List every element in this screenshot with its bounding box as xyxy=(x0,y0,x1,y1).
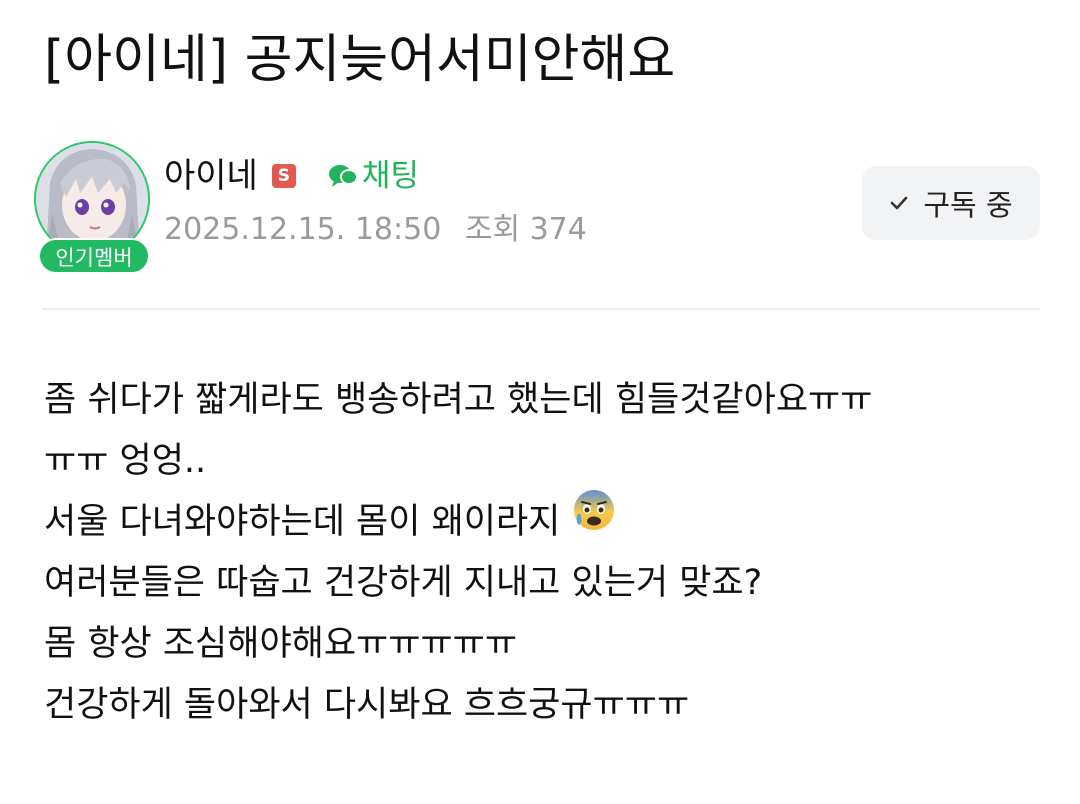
content-line: 건강하게 돌아와서 다시봐요 흐흐궁규ㅠㅠㅠ xyxy=(44,685,690,725)
post-content: 좀 쉬다가 짧게라도 뱅송하려고 했는데 힘들것같아요ㅠㅠ ㅠㅠ 엉엉.. 서울… xyxy=(44,370,1034,736)
chat-bubble-icon xyxy=(328,165,358,187)
chat-button[interactable]: 채팅 xyxy=(328,152,419,200)
content-line: 좀 쉬다가 짧게라도 뱅송하려고 했는데 힘들것같아요ㅠㅠ xyxy=(44,380,873,420)
checkmark-icon xyxy=(891,196,908,210)
author-name[interactable]: 아이네 xyxy=(164,152,258,200)
post-date: 2025.12.15. 18:50 xyxy=(164,212,442,247)
divider xyxy=(42,308,1040,310)
content-line: 몸 항상 조심해야해요ㅠㅠㅠㅠㅠ xyxy=(44,624,518,664)
author-row: 아이네 S 채팅 xyxy=(164,152,419,200)
chat-label: 채팅 xyxy=(361,158,419,194)
subscribe-label: 구독 중 xyxy=(923,188,1013,222)
popular-member-badge: 인기멤버 xyxy=(38,238,150,274)
author-avatar-container[interactable]: 인기멤버 xyxy=(34,141,154,277)
post-title: [아이네] 공지늦어서미안해요 xyxy=(44,30,676,90)
content-line-text: 서울 다녀와야하는데 몸이 왜이라지 xyxy=(44,502,561,542)
post-meta: 2025.12.15. 18:50 조회 374 xyxy=(164,208,587,252)
staff-badge: S xyxy=(271,164,296,188)
anxious-face-with-sweat-icon xyxy=(572,488,616,552)
content-line: 서울 다녀와야하는데 몸이 왜이라지 xyxy=(44,490,1034,553)
subscribe-button[interactable]: 구독 중 xyxy=(862,166,1040,240)
content-line: 여러분들은 따숩고 건강하게 지내고 있는거 맞죠? xyxy=(44,563,763,603)
view-count: 조회 374 xyxy=(464,212,587,247)
content-line: ㅠㅠ 엉엉.. xyxy=(44,441,207,481)
